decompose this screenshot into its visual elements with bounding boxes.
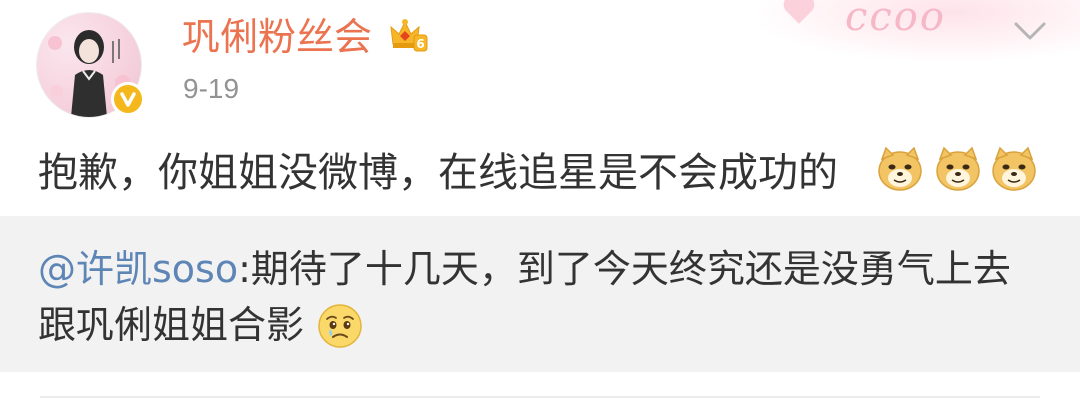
- sad-tearful-emoji-icon: [316, 302, 364, 350]
- mention-separator: :: [238, 247, 251, 291]
- header-decoration-text: ccoo: [845, 0, 946, 40]
- weibo-post: ccoo 巩俐粉丝会 6 9-19 抱歉，你姐姐没微博，在线追星是不会成功的 @…: [0, 0, 1080, 403]
- doge-emoji-icon: [876, 145, 924, 193]
- svg-text:6: 6: [416, 37, 424, 51]
- repost-text: 期待了十几天，到了今天终究还是没勇气上去: [250, 247, 1011, 291]
- chevron-down-icon[interactable]: [1010, 18, 1050, 44]
- repost-text-line-1: @许凯soso:期待了十几天，到了今天终究还是没勇气上去: [38, 246, 1011, 292]
- doge-emoji-icon: [934, 145, 982, 193]
- repost-text-line-2: 跟巩俐姐姐合影: [38, 303, 305, 347]
- username[interactable]: 巩俐粉丝会: [182, 14, 372, 60]
- mention-link[interactable]: @许凯soso: [38, 247, 238, 291]
- post-timestamp: 9-19: [183, 73, 240, 104]
- repost-box[interactable]: [0, 216, 1080, 372]
- crown-vip-icon[interactable]: 6: [388, 17, 428, 53]
- divider: [40, 396, 1040, 398]
- post-text: 抱歉，你姐姐没微博，在线追星是不会成功的: [38, 150, 838, 196]
- verified-badge-icon: [111, 82, 145, 116]
- doge-emoji-icon: [990, 145, 1038, 193]
